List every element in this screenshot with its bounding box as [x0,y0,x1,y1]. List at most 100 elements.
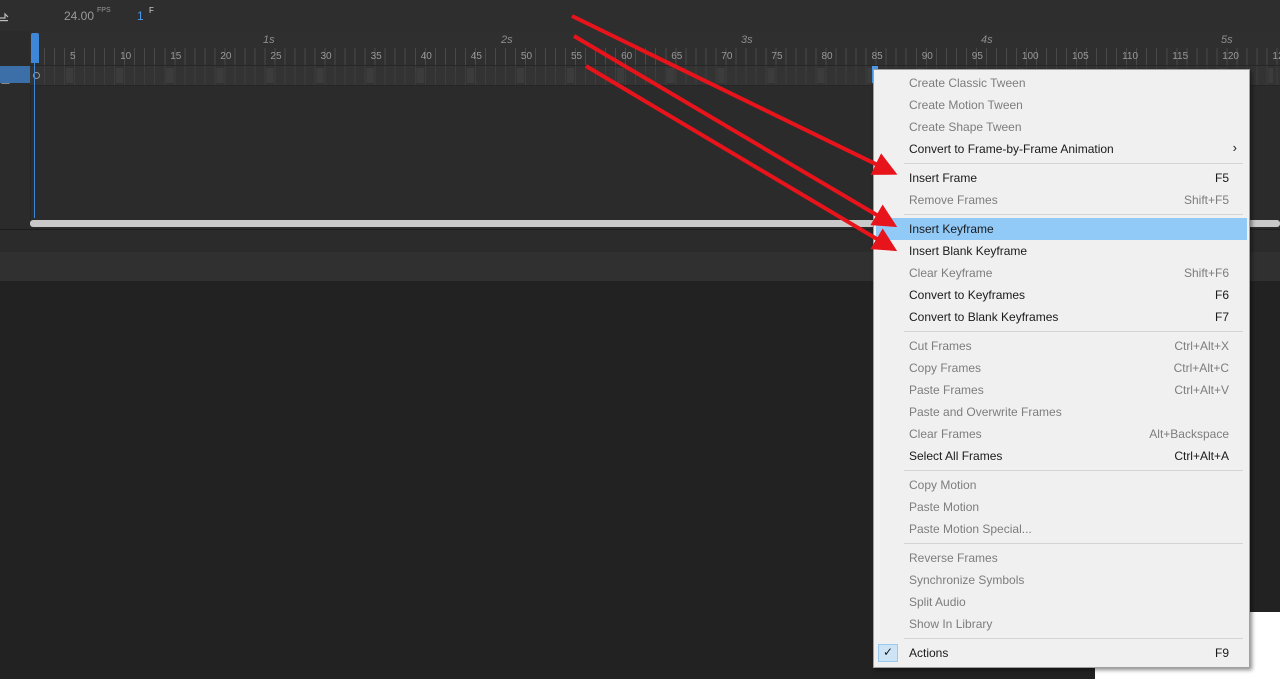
frame-number: 15 [170,51,182,62]
menu-item-label: Insert Keyframe [909,222,994,236]
menu-item-convert-to-frame-by-frame-animation[interactable]: Convert to Frame-by-Frame Animation › [876,138,1247,160]
menu-separator [904,638,1243,639]
menu-item-label: Synchronize Symbols [909,573,1025,587]
menu-item-insert-frame[interactable]: Insert Frame F5 [876,167,1247,189]
menu-item-shortcut: F9 [1214,646,1229,660]
menu-item-label: Clear Frames [909,427,982,441]
menu-item-paste-and-overwrite-frames[interactable]: Paste and Overwrite Frames [876,401,1247,423]
ruler-ticks [30,48,1280,65]
frame-number: 50 [520,51,533,62]
frame-number: 65 [671,51,683,62]
menu-item-copy-frames[interactable]: Copy Frames Ctrl+Alt+C [876,357,1247,379]
menu-item-split-audio[interactable]: Split Audio [876,591,1247,613]
frame-number: 120 [1222,51,1239,62]
menu-item-label: Paste Frames [909,383,984,397]
menu-item-shortcut: Ctrl+Alt+V [1174,383,1229,397]
menu-separator [904,331,1243,332]
second-label: 3s [741,34,753,46]
fps-value[interactable]: 24.00 [64,9,94,23]
menu-item-label: Actions [909,646,949,660]
menu-item-insert-blank-keyframe[interactable]: Insert Blank Keyframe [876,240,1247,262]
menu-item-label: Paste and Overwrite Frames [909,405,1062,419]
frame-number: 75 [771,51,783,62]
menu-item-label: Paste Motion Special... [909,522,1032,536]
menu-item-convert-to-keyframes[interactable]: Convert to Keyframes F6 [876,284,1247,306]
menu-item-label: Copy Motion [909,478,977,492]
menu-item-create-motion-tween[interactable]: Create Motion Tween [876,94,1247,116]
timeline-ruler[interactable]: 1s 2s 3s 4s 5s 5 10 15 20 25 30 35 40 45 50 55 60 65… [30,31,1280,65]
menu-item-label: Convert to Blank Keyframes [909,310,1059,324]
menu-item-label: Paste Motion [909,500,980,514]
menu-separator [904,543,1243,544]
menu-item-insert-keyframe[interactable]: Insert Keyframe [876,218,1247,240]
menu-separator [904,214,1243,215]
menu-item-label: Cut Frames [909,339,972,353]
submenu-chevron-icon: › [1232,140,1237,155]
menu-item-shortcut: Ctrl+Alt+A [1174,449,1229,463]
menu-item-create-shape-tween[interactable]: Create Shape Tween [876,116,1247,138]
menu-item-label: Create Classic Tween [909,76,1026,90]
menu-item-paste-motion-special[interactable]: Paste Motion Special... [876,518,1247,540]
playhead-handle[interactable] [31,33,39,63]
menu-item-show-in-library[interactable]: Show In Library [876,613,1247,635]
menu-item-shortcut: F7 [1214,310,1229,324]
frame-number: 115 [1172,51,1189,62]
menu-item-select-all-frames[interactable]: Select All Frames Ctrl+Alt+A [876,445,1247,467]
menu-item-shortcut: Shift+F6 [1183,266,1229,280]
fps-unit: FPS [97,7,111,14]
menu-item-label: Reverse Frames [909,551,998,565]
menu-item-shortcut: Shift+F5 [1183,193,1229,207]
menu-item-reverse-frames[interactable]: Reverse Frames [876,547,1247,569]
frame-number: 95 [971,51,983,62]
layer-controls-column [0,31,31,221]
menu-separator [904,163,1243,164]
second-label: 4s [981,34,993,46]
frame-number: 90 [921,51,933,62]
menu-item-clear-frames[interactable]: Clear Frames Alt+Backspace [876,423,1247,445]
frame-number: 5 [70,51,76,62]
layer-options-icon[interactable] [0,8,10,22]
menu-item-create-classic-tween[interactable]: Create Classic Tween [876,72,1247,94]
menu-item-label: Convert to Keyframes [909,288,1026,302]
menu-item-synchronize-symbols[interactable]: Synchronize Symbols [876,569,1247,591]
context-menu: Create Classic Tween Create Motion Tween C… [873,69,1250,668]
menu-item-shortcut: Alt+Backspace [1149,427,1229,441]
frame-number: 60 [621,51,633,62]
frame-number: 12 [1272,51,1280,62]
menu-item-paste-motion[interactable]: Paste Motion [876,496,1247,518]
frame-number: 55 [571,51,583,62]
frame-number: 20 [220,51,232,62]
menu-item-convert-to-blank-keyframes[interactable]: Convert to Blank Keyframes F7 [876,306,1247,328]
menu-item-label: Insert Frame [909,171,978,185]
frame-number: 30 [320,51,332,62]
menu-item-label: Copy Frames [909,361,982,375]
menu-item-label: Split Audio [909,595,966,609]
menu-item-shortcut: Ctrl+Alt+X [1174,339,1229,353]
second-label: 5s [1221,34,1233,46]
menu-separator [904,470,1243,471]
second-label: 2s [501,34,513,46]
menu-item-label: Show In Library [909,617,993,631]
frame-number: 100 [1021,51,1039,62]
menu-item-remove-frames[interactable]: Remove Frames Shift+F5 [876,189,1247,211]
menu-item-label: Create Shape Tween [909,120,1022,134]
selected-layer-row[interactable] [0,66,30,83]
menu-item-cut-frames[interactable]: Cut Frames Ctrl+Alt+X [876,335,1247,357]
menu-item-label: Insert Blank Keyframe [909,244,1028,258]
frame-number: 85 [871,51,883,62]
menu-item-actions[interactable]: ✓ Actions F9 [876,642,1247,664]
frame-number: 40 [420,51,432,62]
checkmark-icon: ✓ [883,645,894,659]
frame-unit: F [149,6,154,15]
menu-item-copy-motion[interactable]: Copy Motion [876,474,1247,496]
current-frame-value[interactable]: 1 [137,9,144,23]
menu-item-paste-frames[interactable]: Paste Frames Ctrl+Alt+V [876,379,1247,401]
menu-item-clear-keyframe[interactable]: Clear Keyframe Shift+F6 [876,262,1247,284]
frame-number: 110 [1122,51,1139,62]
check-indicator: ✓ [878,644,898,662]
frame-number: 10 [120,51,132,62]
frame-number: 80 [821,51,833,62]
playhead-line [34,63,35,218]
menu-item-label: Clear Keyframe [909,266,993,280]
frame-number: 35 [370,51,382,62]
